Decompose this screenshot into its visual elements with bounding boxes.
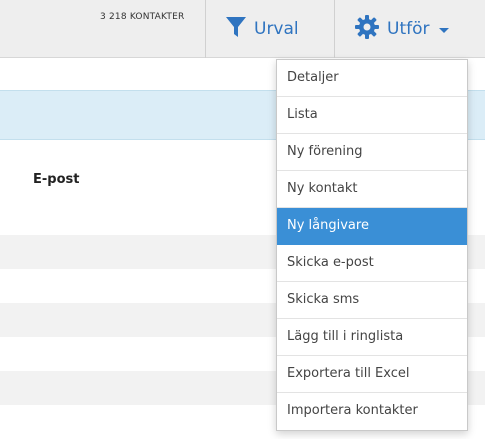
- gear-icon: [355, 15, 379, 43]
- utfor-label: Utför: [387, 19, 430, 39]
- urval-button[interactable]: Urval: [206, 0, 334, 58]
- utfor-button[interactable]: Utför: [335, 0, 485, 58]
- filter-icon: [226, 16, 246, 42]
- menu-item-ny-langivare[interactable]: Ny långivare: [277, 208, 467, 245]
- urval-label: Urval: [254, 19, 299, 39]
- contact-count: 3 218 KONTAKTER: [100, 12, 185, 22]
- menu-item-importera-kontakter[interactable]: Importera kontakter: [277, 393, 467, 430]
- utfor-dropdown-menu: Detaljer Lista Ny förening Ny kontakt Ny…: [276, 59, 468, 431]
- top-toolbar: 3 218 KONTAKTER Urval Utför: [0, 0, 485, 58]
- menu-item-lagg-till-ringlista[interactable]: Lägg till i ringlista: [277, 319, 467, 356]
- menu-item-lista[interactable]: Lista: [277, 97, 467, 134]
- menu-item-skicka-sms[interactable]: Skicka sms: [277, 282, 467, 319]
- chevron-down-icon: [439, 27, 450, 33]
- menu-item-ny-forening[interactable]: Ny förening: [277, 134, 467, 171]
- column-header-email[interactable]: E-post: [33, 172, 79, 187]
- menu-item-ny-kontakt[interactable]: Ny kontakt: [277, 171, 467, 208]
- menu-item-exportera-excel[interactable]: Exportera till Excel: [277, 356, 467, 393]
- menu-item-skicka-epost[interactable]: Skicka e-post: [277, 245, 467, 282]
- menu-item-detaljer[interactable]: Detaljer: [277, 60, 467, 97]
